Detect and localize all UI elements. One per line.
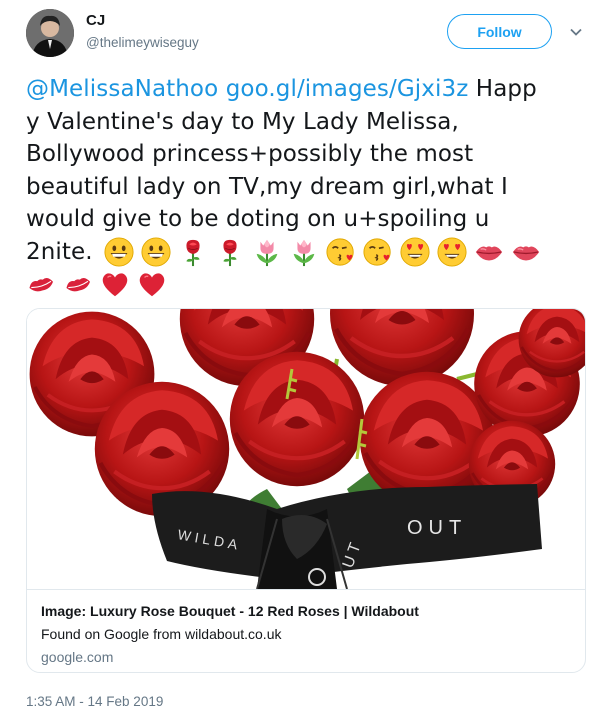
tulip-icon bbox=[289, 237, 319, 267]
kiss-mark-icon bbox=[63, 269, 93, 299]
tweet-line-1: @MelissaNathoo goo.gl/images/Gjxi3z Happ bbox=[26, 73, 586, 106]
red-heart-icon bbox=[100, 269, 130, 299]
rose-icon bbox=[178, 237, 208, 267]
tweet-text-segment: 2nite. bbox=[26, 238, 93, 265]
svg-text:OUT: OUT bbox=[407, 517, 467, 539]
face-blowing-kiss-icon bbox=[363, 237, 393, 267]
rose-bouquet-image: WILDA OUT UT bbox=[27, 309, 585, 589]
heart-eyes-icon bbox=[400, 237, 430, 267]
tweet-text: @MelissaNathoo goo.gl/images/Gjxi3z Happ… bbox=[26, 73, 586, 301]
card-title: Image: Luxury Rose Bouquet - 12 Red Rose… bbox=[41, 603, 419, 619]
tweet-timestamp[interactable]: 1:35 AM - 14 Feb 2019 bbox=[26, 694, 163, 709]
card-description: Found on Google from wildabout.co.uk bbox=[41, 626, 282, 642]
tweet-line-3: Bollywood princess+possibly the most bbox=[26, 141, 474, 167]
follow-button[interactable]: Follow bbox=[447, 14, 552, 49]
heart-eyes-icon bbox=[437, 237, 467, 267]
card-domain: google.com bbox=[41, 649, 114, 665]
grinning-face-icon bbox=[141, 237, 171, 267]
tweet-line-7 bbox=[26, 268, 586, 301]
chevron-down-icon[interactable] bbox=[568, 24, 584, 40]
lips-icon bbox=[511, 237, 541, 267]
tulip-icon bbox=[252, 237, 282, 267]
display-name[interactable]: CJ bbox=[86, 12, 105, 29]
tweet-line-2: y Valentine's day to My Lady Melissa, bbox=[26, 108, 459, 135]
card-info[interactable]: Image: Luxury Rose Bouquet - 12 Red Rose… bbox=[27, 589, 585, 672]
avatar[interactable] bbox=[26, 9, 74, 57]
tweet-line-4: beautiful lady on TV,my dream girl,what … bbox=[26, 173, 508, 200]
profile-avatar-icon bbox=[26, 9, 74, 57]
tweet-text-segment: Happ bbox=[468, 76, 537, 102]
card-image[interactable]: WILDA OUT UT bbox=[27, 309, 585, 589]
link-preview-card[interactable]: WILDA OUT UT Image: Luxury Rose Bouquet … bbox=[26, 308, 586, 673]
red-heart-icon bbox=[137, 269, 167, 299]
tweet-header: CJ @thelimeywiseguy Follow bbox=[0, 0, 607, 64]
url-link[interactable]: goo.gl/images/Gjxi3z bbox=[226, 76, 469, 102]
mention-link[interactable]: @MelissaNathoo bbox=[26, 76, 218, 102]
tweet-line-5: would give to be doting on u+spoiling u bbox=[26, 206, 490, 232]
face-blowing-kiss-icon bbox=[326, 237, 356, 267]
user-handle[interactable]: @thelimeywiseguy bbox=[86, 35, 199, 50]
tweet-line-6: 2nite. bbox=[26, 236, 586, 269]
lips-icon bbox=[474, 237, 504, 267]
kiss-mark-icon bbox=[26, 269, 56, 299]
grinning-face-icon bbox=[104, 237, 134, 267]
rose-icon bbox=[215, 237, 245, 267]
